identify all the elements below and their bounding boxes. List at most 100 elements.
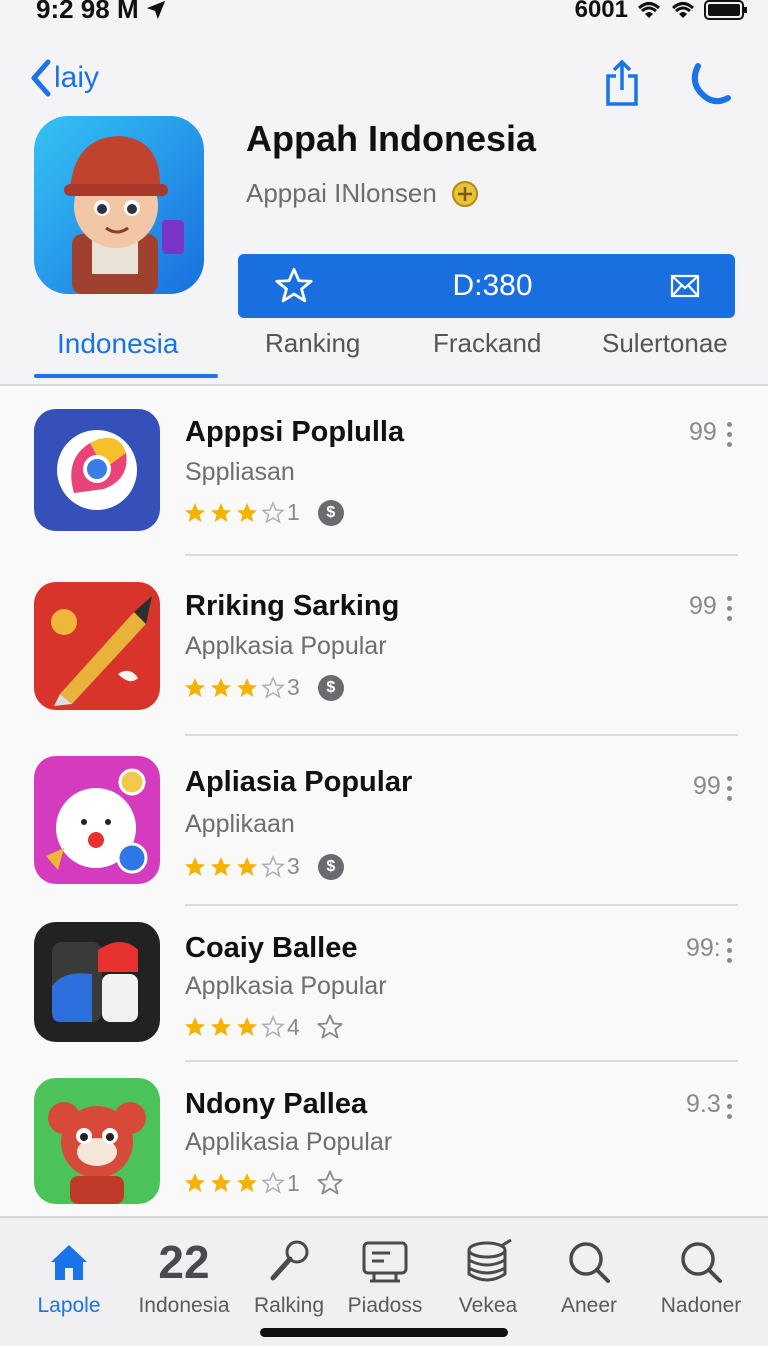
page-title: Appah Indonesia [246,118,537,159]
tab-ranking[interactable]: Ranking [265,328,360,359]
app-icon [34,922,160,1042]
more-options-icon[interactable] [727,422,733,452]
tabbar-item-indonesia[interactable]: 22 Indonesia [129,1236,239,1318]
app-list: Apppsi Poplulla Sppliasan 1 $ 99 Rriking… [0,386,768,1216]
list-item[interactable]: Apppsi Poplulla Sppliasan 1 $ 99 [0,386,768,556]
coin-badge-icon [451,180,478,207]
app-title: Apliasia Popular [185,766,413,798]
star-filled-icon [185,1173,205,1192]
tabbar-item-ralking[interactable]: Ralking [234,1236,344,1318]
search-icon [681,1242,722,1283]
coin-icon: $ [317,853,344,880]
phone-icon [691,63,731,105]
segment-tabs: Indonesia Ranking Frackand Sulertonae [0,322,768,382]
app-category: Applkasia Popular [185,972,387,1000]
star-filled-icon [211,1017,231,1036]
bottom-tab-bar: Lapole 22 Indonesia Ralking Piadoss Veke… [0,1216,768,1346]
list-item[interactable]: Coaiy Ballee Applkasia Popular 4 99: [0,906,768,1060]
app-score: 9.3 [686,1090,721,1118]
app-rating: 1 [183,1169,344,1197]
tabbar-item-home[interactable]: Lapole [14,1236,124,1318]
action-bar: D:380 [238,254,735,318]
chevron-left-icon [31,59,51,97]
tabbar-item-nadoner[interactable]: Nadoner [646,1236,756,1318]
list-item[interactable]: Rriking Sarking Applkasia Popular 3 $ 99 [0,556,768,736]
developer-name: Apppai INlonsen [246,178,437,208]
list-item[interactable]: Ndony Pallea Applikasia Popular 1 9.3 [0,1062,768,1216]
tabbar-item-piadoss[interactable]: Piadoss [330,1236,440,1318]
app-rating: 1 $ [183,499,344,526]
tab-sulertonae[interactable]: Sulertonae [602,328,728,359]
tabbar-item-aneer[interactable]: Aneer [534,1236,644,1318]
search-icon [569,1242,610,1283]
stack-icon [467,1238,512,1282]
star-filled-icon [185,502,205,522]
star-empty-icon [261,675,285,699]
tab-indonesia[interactable]: Indonesia [57,328,178,360]
star-filled-icon [237,1173,257,1192]
app-category: Applikaan [185,810,295,838]
coin-icon: $ [317,499,344,526]
microphone-icon [270,1240,309,1281]
tab-frackand[interactable]: Frackand [433,328,541,359]
back-button[interactable]: laiy [28,58,99,98]
star-outline-icon[interactable] [316,1169,344,1197]
share-icon [606,59,638,106]
coin-icon: $ [317,674,344,701]
star-filled-icon [211,856,231,876]
star-filled-icon [211,502,231,522]
star-empty-icon [261,854,285,878]
back-label: laiy [54,61,100,94]
action-center-label[interactable]: D:380 [452,269,532,303]
status-bar: 9:2 98 M 6001 [0,0,768,34]
star-filled-icon [237,502,257,522]
star-empty-icon [261,1171,285,1194]
more-options-icon[interactable] [727,1094,733,1124]
app-score: 99 [689,592,717,620]
app-category: Sppliasan [185,458,295,486]
app-rating: 4 [183,1013,344,1041]
star-filled-icon [237,677,257,697]
wifi-icon [637,2,661,18]
rating-count: 1 [287,499,300,525]
mail-icon[interactable] [669,272,701,300]
rating-count: 3 [287,674,300,700]
rating-count: 4 [287,1013,300,1040]
star-filled-icon [237,1017,257,1036]
star-empty-icon [261,1015,285,1038]
active-tab-indicator [34,374,218,378]
carrier-label: 6001 [574,0,628,23]
location-arrow-icon [146,0,165,19]
star-filled-icon [211,677,231,697]
app-icon-featured [34,116,204,294]
app-score: 99: [686,934,721,962]
app-icon [34,409,160,531]
more-options-icon[interactable] [727,938,733,968]
star-outline-icon[interactable] [272,265,316,307]
star-outline-icon[interactable] [316,1013,344,1041]
list-item[interactable]: Apliasia Popular Applikaan 3 $ 99 [0,736,768,904]
more-options-icon[interactable] [727,596,733,626]
star-filled-icon [185,677,205,697]
more-options-icon[interactable] [727,776,733,806]
call-button[interactable] [688,58,732,113]
app-rating: 3 $ [183,674,344,701]
share-button[interactable] [602,58,642,113]
battery-icon [704,0,747,20]
rating-count: 3 [287,853,300,879]
app-title: Apppsi Poplulla [185,416,405,448]
app-score: 99 [689,418,717,446]
nav-bar: laiy [0,52,768,112]
app-category: Applkasia Popular [185,632,387,660]
star-filled-icon [185,1017,205,1036]
app-category: Applikasia Popular [185,1128,393,1156]
app-title: Coaiy Ballee [185,932,358,964]
wifi-icon [671,2,695,18]
board-icon [362,1241,408,1283]
rating-count: 1 [287,1169,300,1196]
app-icon [34,582,160,710]
home-icon [51,1245,87,1280]
star-filled-icon [185,856,205,876]
tabbar-item-vekea[interactable]: Vekea [433,1236,543,1318]
app-rating: 3 $ [183,853,344,880]
